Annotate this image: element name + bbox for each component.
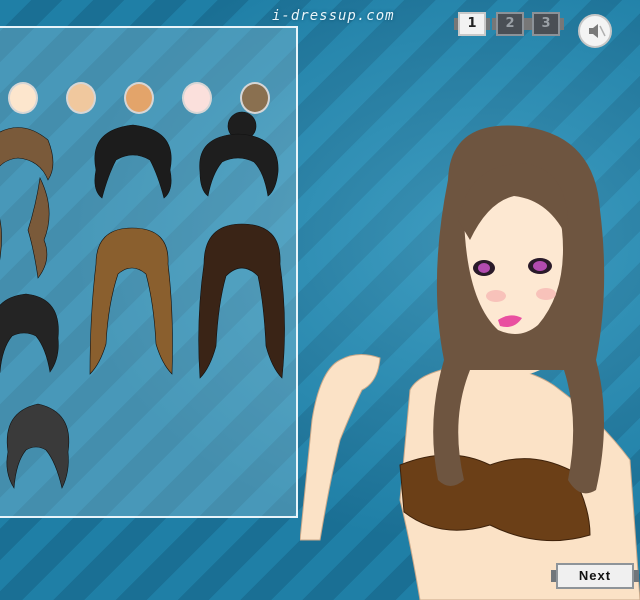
next-button-label: Next — [578, 568, 612, 583]
skin-swatch-1[interactable] — [8, 82, 38, 114]
hair-option-black-curly-updo[interactable] — [0, 288, 64, 378]
speaker-icon — [589, 24, 606, 38]
hair-option-dark-brown-long[interactable] — [192, 220, 292, 386]
hair-option-black-gray-updo[interactable] — [0, 396, 78, 492]
doll-arm — [300, 354, 381, 541]
skin-swatch-3[interactable] — [124, 82, 154, 114]
hair-selection-panel — [0, 26, 298, 518]
page-1-button[interactable]: 1 — [454, 12, 490, 36]
hair-option-light-brown-long[interactable] — [82, 224, 182, 384]
page-3-label: 3 — [541, 16, 551, 31]
page-3-button[interactable]: 3 — [528, 12, 564, 36]
page-2-button[interactable]: 2 — [492, 12, 528, 36]
doll-character — [300, 125, 640, 600]
next-button[interactable]: Next — [551, 563, 639, 589]
skin-swatch-2[interactable] — [66, 82, 96, 114]
hair-option-black-bob[interactable] — [88, 120, 178, 200]
hair-option-brown-wavy[interactable] — [0, 120, 68, 280]
sound-toggle-button[interactable] — [578, 14, 612, 48]
site-logo: i-dressup.com — [272, 8, 395, 24]
hair-option-black-bun[interactable] — [194, 110, 284, 200]
page-2-label: 2 — [505, 16, 515, 31]
page-1-label: 1 — [467, 16, 477, 31]
